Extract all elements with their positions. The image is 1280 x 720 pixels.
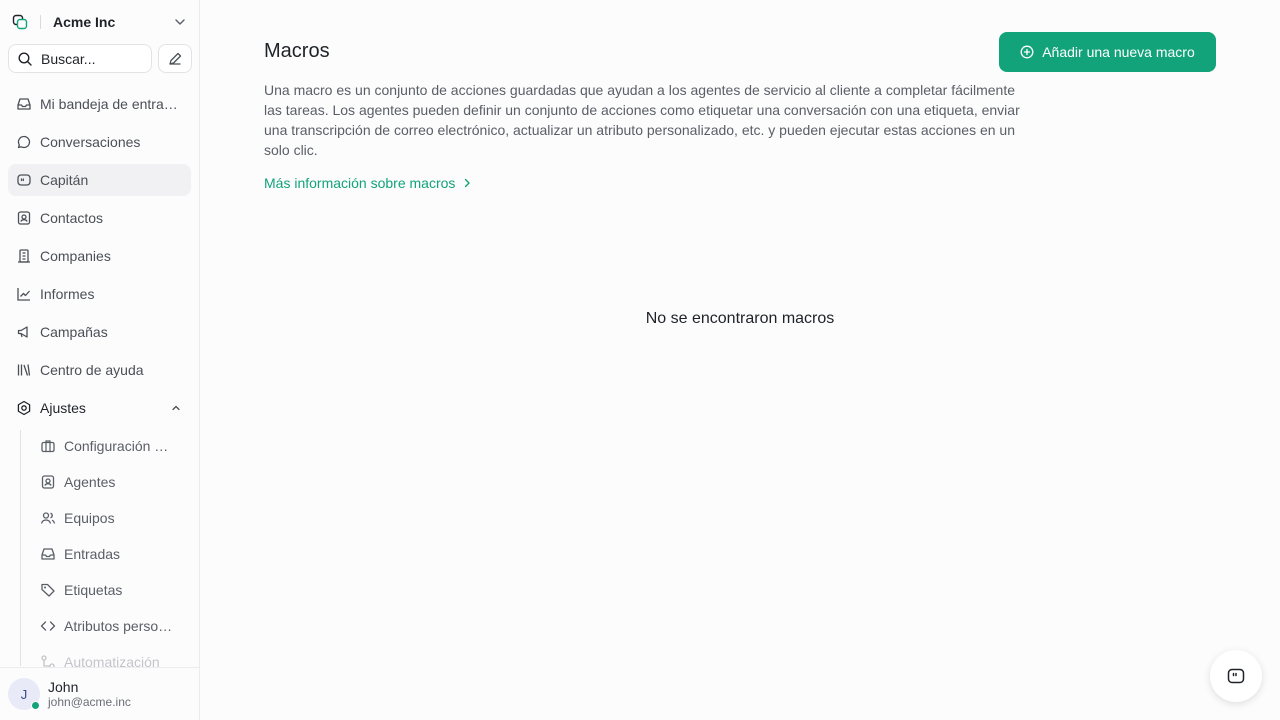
sidebar-item-settings[interactable]: Ajustes <box>8 392 191 424</box>
sidebar-item-label: Contactos <box>40 210 104 226</box>
settings-item-label: Equipos <box>64 510 115 526</box>
sidebar: Acme Inc Buscar... Mi bandeja de entrada… <box>0 0 200 720</box>
pencil-icon <box>167 51 183 67</box>
sidebar-item-help-center[interactable]: Centro de ayuda <box>8 354 191 386</box>
code-icon <box>40 618 56 634</box>
chat-widget-button[interactable] <box>1210 650 1262 702</box>
sidebar-item-inbox[interactable]: Mi bandeja de entrada <box>8 88 191 120</box>
sidebar-item-label: Mi bandeja de entrada <box>40 96 178 112</box>
contacts-icon <box>16 210 32 226</box>
sidebar-item-label: Ajustes <box>40 400 86 416</box>
sidebar-item-captain[interactable]: Capitán <box>8 164 191 196</box>
captain-icon <box>16 172 32 188</box>
settings-icon <box>16 400 32 416</box>
sidebar-item-label: Companies <box>40 248 111 264</box>
building-icon <box>16 248 32 264</box>
compose-button[interactable] <box>158 44 192 73</box>
learn-more-label: Más información sobre macros <box>264 175 456 191</box>
page-title: Macros <box>264 40 330 62</box>
sidebar-item-label: Capitán <box>40 172 89 188</box>
user-profile[interactable]: J John john@acme.inc <box>0 667 199 720</box>
online-status-dot <box>31 701 40 710</box>
page-description: Una macro es un conjunto de acciones gua… <box>264 82 1020 158</box>
add-macro-label: Añadir una nueva macro <box>1042 44 1195 60</box>
user-name: John <box>48 678 79 695</box>
settings-item-label: Atributos personalizados <box>64 618 176 634</box>
settings-item-teams[interactable]: Equipos <box>32 502 191 534</box>
search-placeholder: Buscar... <box>41 50 96 67</box>
workspace-switcher[interactable]: Acme Inc <box>8 8 192 36</box>
chat-bubble-icon <box>16 134 32 150</box>
chart-line-icon <box>16 286 32 302</box>
sidebar-item-reports[interactable]: Informes <box>8 278 191 310</box>
avatar: J <box>8 678 40 710</box>
settings-item-account[interactable]: Configuración de la cuenta <box>32 430 191 462</box>
chevron-down-icon <box>172 14 188 30</box>
submenu-guide-line <box>20 430 21 666</box>
divider <box>40 15 41 29</box>
chevron-up-icon <box>169 401 183 415</box>
briefcase-icon <box>40 438 56 454</box>
plus-circle-icon <box>1020 45 1034 59</box>
users-icon <box>40 510 56 526</box>
empty-state-text: No se encontraron macros <box>645 310 835 327</box>
app-logo-icon <box>12 14 28 30</box>
chevron-right-icon <box>461 177 473 189</box>
sidebar-item-label: Centro de ayuda <box>40 362 144 378</box>
user-email: john@acme.inc <box>48 694 131 709</box>
sidebar-item-companies[interactable]: Companies <box>8 240 191 272</box>
sidebar-item-conversations[interactable]: Conversaciones <box>8 126 191 158</box>
settings-item-custom-attributes[interactable]: Atributos personalizados <box>32 610 191 642</box>
settings-item-inboxes[interactable]: Entradas <box>32 538 191 570</box>
settings-item-labels[interactable]: Etiquetas <box>32 574 191 606</box>
search-icon <box>17 51 33 67</box>
sidebar-item-contacts[interactable]: Contactos <box>8 202 191 234</box>
library-icon <box>16 362 32 378</box>
inbox-icon <box>40 546 56 562</box>
tag-icon <box>40 582 56 598</box>
search-input[interactable]: Buscar... <box>8 44 152 73</box>
sidebar-item-label: Informes <box>40 286 95 302</box>
learn-more-link[interactable]: Más información sobre macros <box>264 175 473 191</box>
add-macro-button[interactable]: Añadir una nueva macro <box>999 32 1216 72</box>
settings-item-label: Agentes <box>64 474 116 490</box>
settings-item-label: Etiquetas <box>64 582 123 598</box>
inbox-icon <box>16 96 32 112</box>
workspace-name: Acme Inc <box>53 14 116 30</box>
chat-widget-icon <box>1226 666 1246 686</box>
agent-icon <box>40 474 56 490</box>
settings-item-agents[interactable]: Agentes <box>32 466 191 498</box>
avatar-initial: J <box>20 686 28 702</box>
sidebar-item-label: Conversaciones <box>40 134 141 150</box>
settings-item-label: Entradas <box>64 546 121 562</box>
settings-item-label: Configuración de la cuenta <box>64 438 176 454</box>
